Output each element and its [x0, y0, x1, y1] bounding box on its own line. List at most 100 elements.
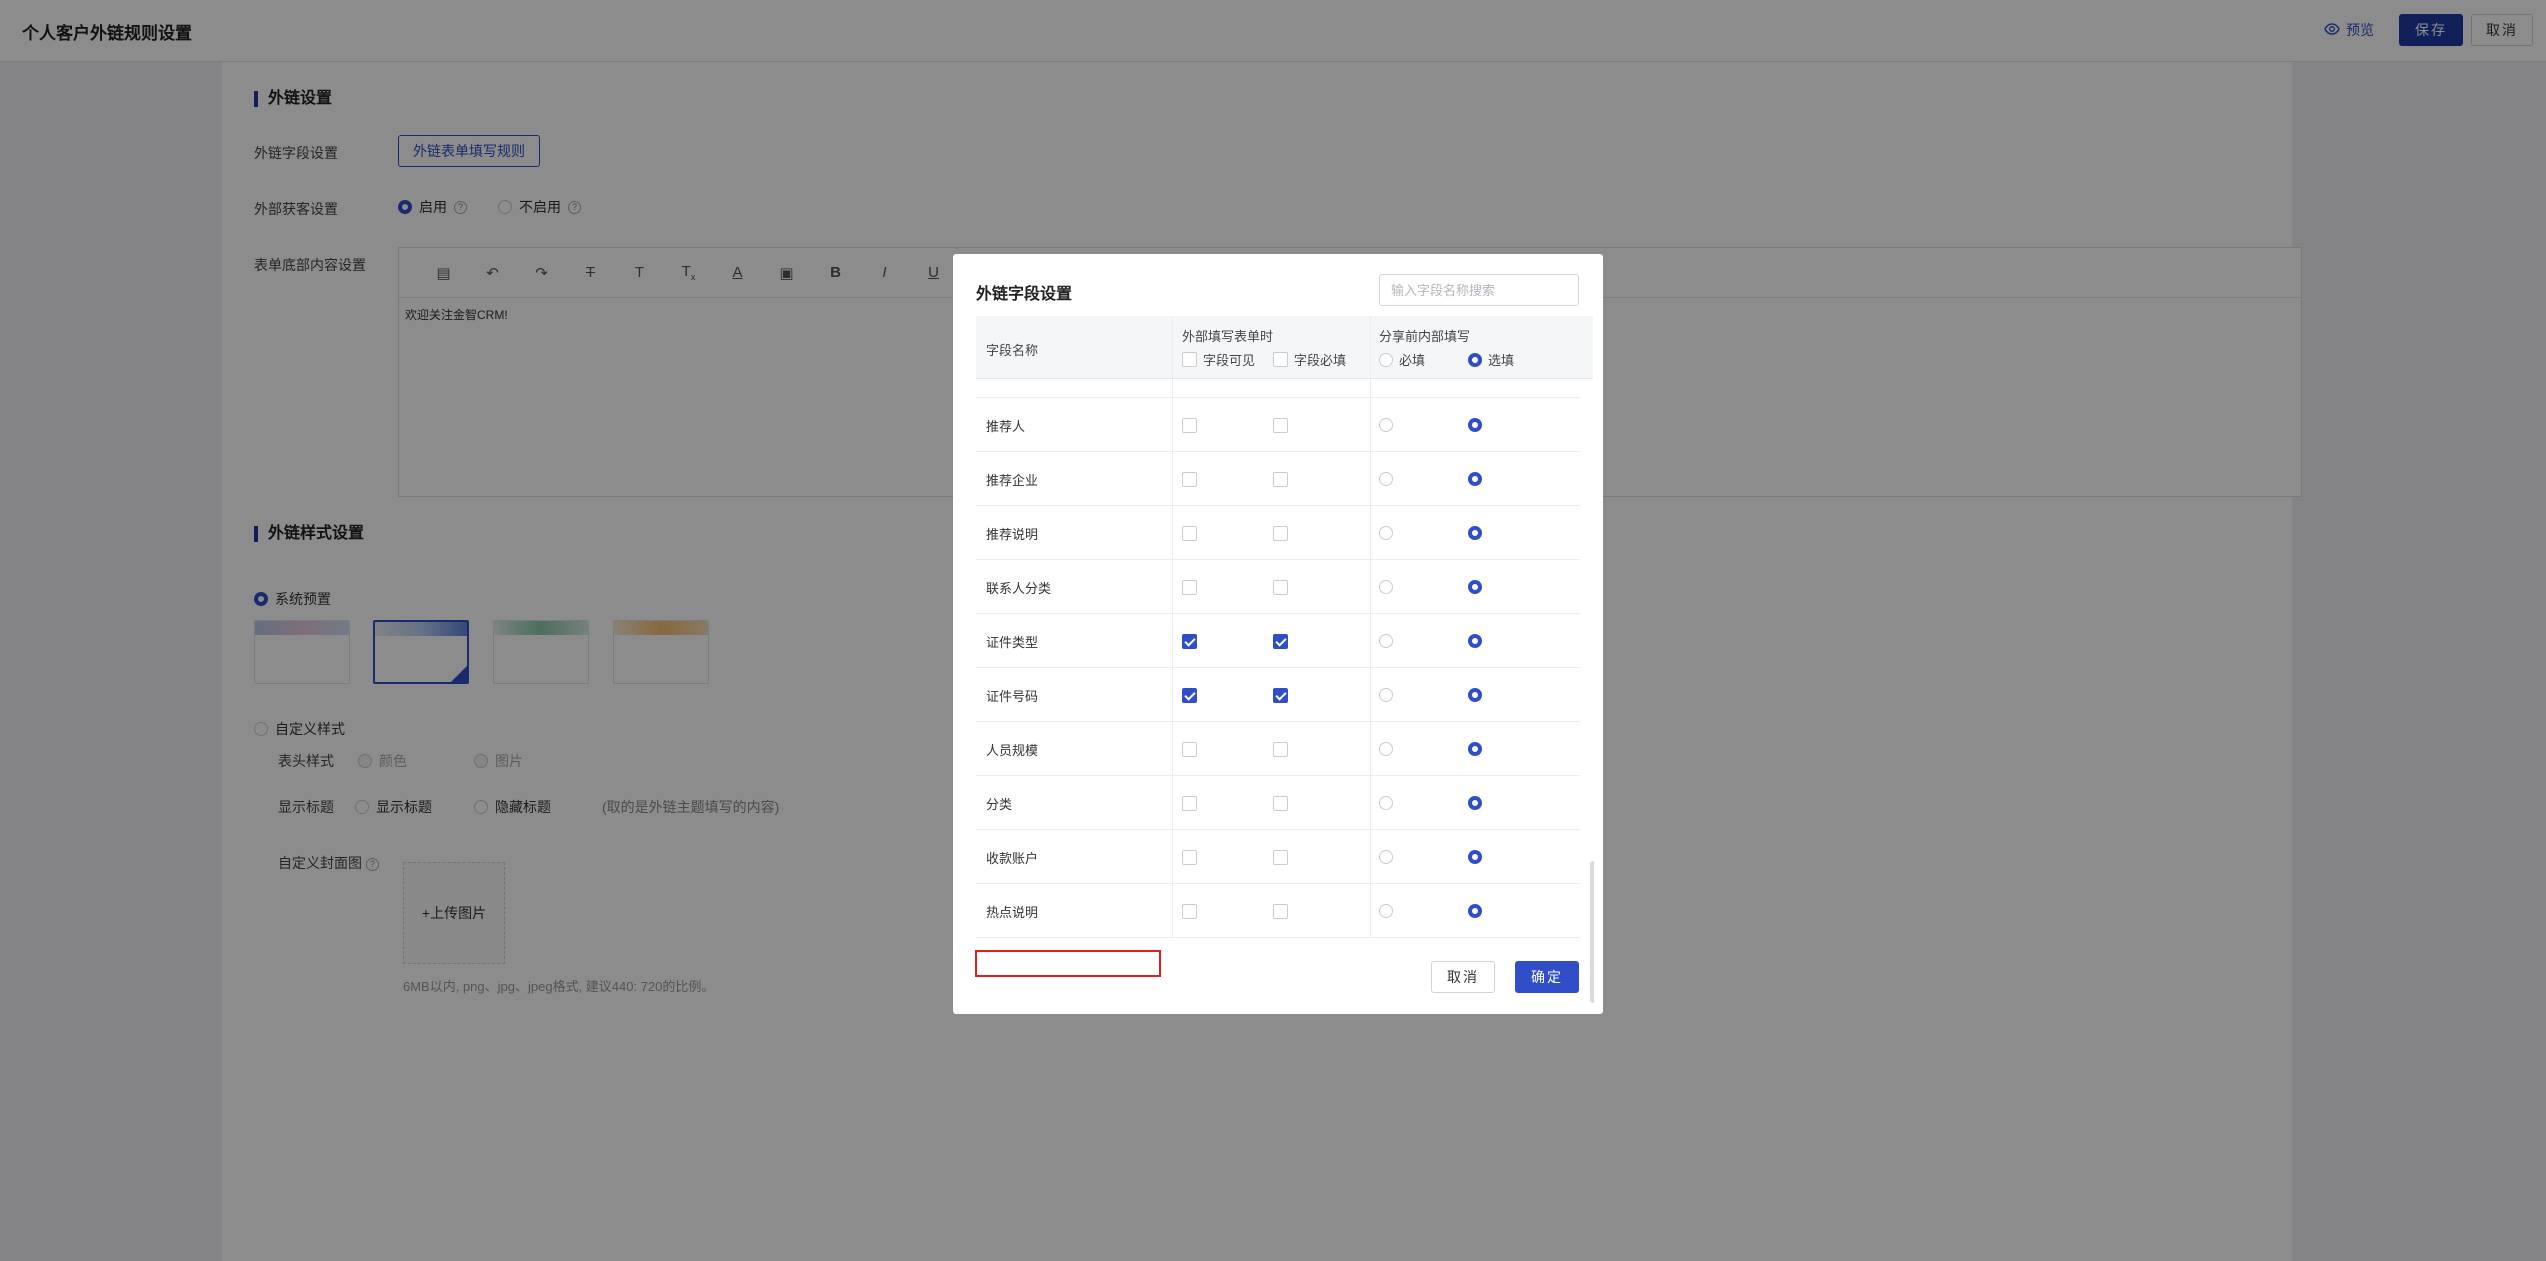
- required-checkbox[interactable]: [1273, 687, 1288, 703]
- row-divider: [1370, 722, 1371, 775]
- optional-radio[interactable]: [1468, 742, 1482, 756]
- row-divider: [1370, 668, 1371, 721]
- required-cell: [1273, 830, 1288, 884]
- optional-radio[interactable]: [1468, 418, 1482, 432]
- table-row: 收款账户: [976, 830, 1580, 884]
- column-internal-fill: 分享前内部填写: [1379, 329, 1471, 344]
- must-all-option[interactable]: 必填: [1379, 350, 1425, 369]
- optional-all-radio[interactable]: [1468, 352, 1482, 367]
- row-divider: [1172, 379, 1173, 397]
- table-row: 推荐说明: [976, 506, 1580, 560]
- modal-ok-button[interactable]: 确定: [1515, 961, 1579, 993]
- must-all-radio[interactable]: [1379, 352, 1393, 367]
- required-checkbox[interactable]: [1273, 849, 1288, 865]
- visible-checkbox[interactable]: [1182, 525, 1197, 541]
- optional-radio[interactable]: [1468, 796, 1482, 810]
- must-radio[interactable]: [1379, 904, 1393, 918]
- visible-checkbox[interactable]: [1182, 633, 1197, 649]
- visible-all-checkbox[interactable]: [1182, 352, 1197, 367]
- row-divider: [1172, 884, 1173, 937]
- must-radio[interactable]: [1379, 472, 1393, 486]
- optional-radio[interactable]: [1468, 688, 1482, 702]
- required-checkbox[interactable]: [1273, 417, 1288, 433]
- required-cell: [1273, 379, 1288, 398]
- required-checkbox[interactable]: [1273, 633, 1288, 649]
- row-divider: [1172, 830, 1173, 883]
- visible-checkbox[interactable]: [1182, 687, 1197, 703]
- required-cell: [1273, 506, 1288, 560]
- visible-checkbox[interactable]: [1182, 417, 1197, 433]
- row-divider: [1172, 722, 1173, 775]
- table-row: 人员规模: [976, 722, 1580, 776]
- field-name: 分类: [986, 796, 1013, 812]
- required-all-label: 字段必填: [1294, 353, 1347, 368]
- visible-checkbox[interactable]: [1182, 795, 1197, 811]
- visible-all-option[interactable]: 字段可见: [1182, 350, 1255, 369]
- modal-cancel-button[interactable]: 取消: [1431, 961, 1495, 993]
- must-radio[interactable]: [1379, 418, 1393, 432]
- row-divider: [1370, 506, 1371, 559]
- row-divider: [1370, 398, 1371, 451]
- field-setting-modal: 外链字段设置 字段名称 外部填写表单时 字段可见 字段必填 分享前内部填写 必填: [953, 254, 1603, 1014]
- modal-title: 外链字段设置: [976, 286, 1073, 303]
- visible-cell: [1182, 722, 1197, 776]
- must-cell: [1379, 379, 1393, 398]
- visible-checkbox[interactable]: [1182, 741, 1197, 757]
- row-divider: [1172, 506, 1173, 559]
- optional-cell: [1468, 614, 1482, 668]
- must-cell: [1379, 722, 1393, 776]
- visible-cell: [1182, 884, 1197, 938]
- optional-radio[interactable]: [1468, 472, 1482, 486]
- field-search-input[interactable]: [1379, 274, 1579, 306]
- visible-checkbox[interactable]: [1182, 903, 1197, 919]
- field-name-cell: 证件号码: [986, 668, 1038, 722]
- row-divider: [1172, 668, 1173, 721]
- optional-all-label: 选填: [1488, 353, 1515, 368]
- must-radio[interactable]: [1379, 580, 1393, 594]
- required-checkbox[interactable]: [1273, 903, 1288, 919]
- column-field-name: 字段名称: [986, 343, 1039, 358]
- must-radio[interactable]: [1379, 526, 1393, 540]
- visible-checkbox[interactable]: [1182, 579, 1197, 595]
- must-cell: [1379, 776, 1393, 830]
- required-all-checkbox[interactable]: [1273, 352, 1288, 367]
- must-radio[interactable]: [1379, 850, 1393, 864]
- must-radio[interactable]: [1379, 796, 1393, 810]
- must-cell: [1379, 830, 1393, 884]
- must-radio[interactable]: [1379, 634, 1393, 648]
- optional-radio[interactable]: [1468, 904, 1482, 918]
- optional-all-option[interactable]: 选填: [1468, 350, 1514, 369]
- visible-cell: [1182, 379, 1197, 398]
- field-name-cell: 热点说明: [986, 884, 1038, 938]
- required-all-option[interactable]: 字段必填: [1273, 350, 1346, 369]
- visible-checkbox[interactable]: [1182, 849, 1197, 865]
- field-name-cell: 收款账户: [986, 830, 1038, 884]
- row-divider: [1172, 452, 1173, 505]
- row-divider: [1172, 398, 1173, 451]
- row-divider: [1172, 560, 1173, 613]
- header-divider: [1370, 316, 1371, 378]
- required-cell: [1273, 560, 1288, 614]
- table-scrollbar[interactable]: [1590, 861, 1594, 1003]
- optional-cell: [1468, 722, 1482, 776]
- field-name: 人员规模: [986, 742, 1039, 758]
- required-cell: [1273, 884, 1288, 938]
- optional-radio[interactable]: [1468, 580, 1482, 594]
- required-checkbox[interactable]: [1273, 741, 1288, 757]
- required-checkbox[interactable]: [1273, 795, 1288, 811]
- required-checkbox[interactable]: [1273, 579, 1288, 595]
- must-radio[interactable]: [1379, 742, 1393, 756]
- row-divider: [1370, 884, 1371, 937]
- optional-cell: [1468, 776, 1482, 830]
- visible-cell: [1182, 830, 1197, 884]
- optional-radio[interactable]: [1468, 526, 1482, 540]
- optional-radio[interactable]: [1468, 634, 1482, 648]
- required-checkbox[interactable]: [1273, 525, 1288, 541]
- field-name-cell: 证件类型: [986, 614, 1038, 668]
- required-checkbox[interactable]: [1273, 471, 1288, 487]
- optional-radio[interactable]: [1468, 850, 1482, 864]
- must-radio[interactable]: [1379, 688, 1393, 702]
- visible-checkbox[interactable]: [1182, 471, 1197, 487]
- field-name-cell: 推荐人: [986, 398, 1025, 452]
- field-name-cell: 联系人分类: [986, 560, 1051, 614]
